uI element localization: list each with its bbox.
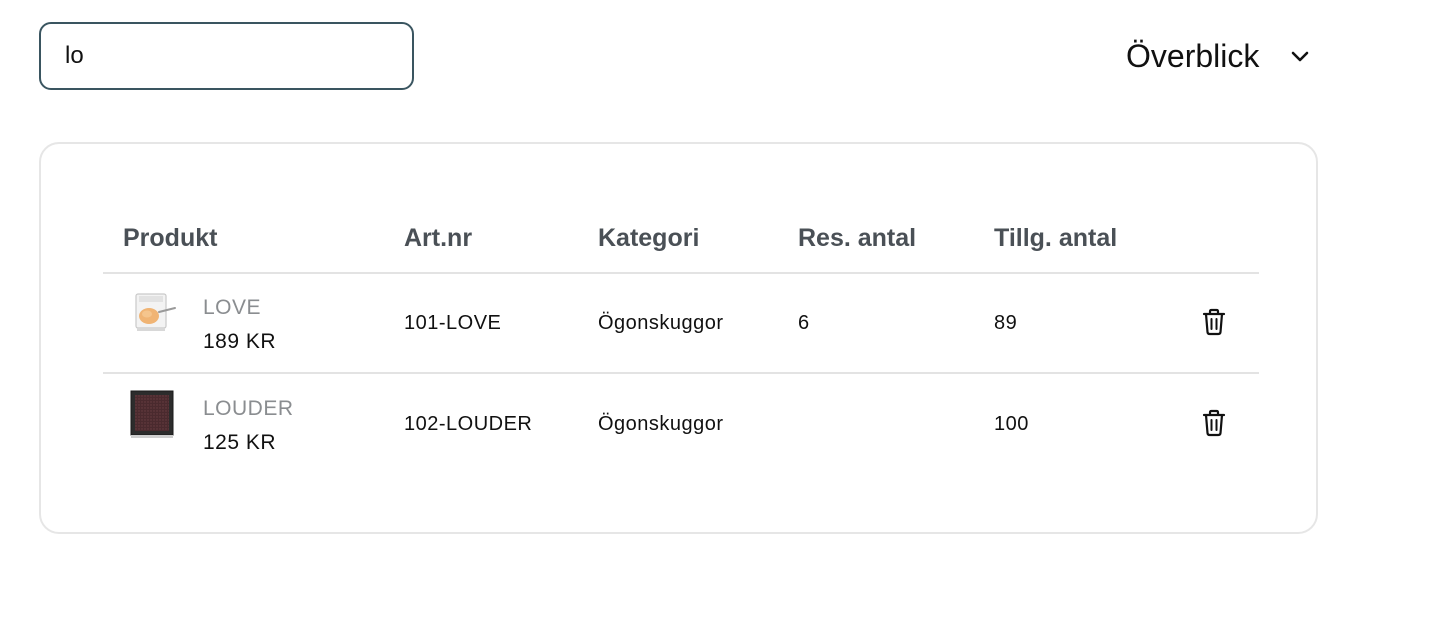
header-kategori: Kategori — [598, 224, 700, 252]
header-art-nr: Art.nr — [404, 224, 473, 252]
table-row: LOUDER 125 KR 102-LOUDER Ögonskuggor 100 — [103, 375, 1259, 475]
product-price: 125 KR — [203, 431, 277, 454]
table-row: LOVE 189 KR 101-LOVE Ögonskuggor 6 89 — [103, 274, 1259, 374]
header-produkt: Produkt — [123, 224, 218, 252]
category: Ögonskuggor — [598, 312, 724, 334]
category: Ögonskuggor — [598, 413, 724, 435]
search-field[interactable] — [39, 22, 414, 90]
product-thumbnail — [129, 389, 175, 438]
chevron-down-icon — [1291, 51, 1309, 63]
available-quantity: 100 — [994, 413, 1029, 435]
article-number: 102-LOUDER — [404, 413, 533, 435]
product-name: LOUDER — [203, 397, 294, 420]
article-number: 101-LOVE — [404, 312, 502, 334]
product-name: LOVE — [203, 296, 262, 319]
reserved-quantity: 6 — [798, 312, 810, 334]
available-quantity: 89 — [994, 312, 1018, 334]
search-input[interactable] — [65, 42, 385, 70]
header-res-antal: Res. antal — [798, 224, 917, 252]
product-thumbnail — [131, 290, 177, 336]
trash-icon[interactable] — [1201, 409, 1227, 437]
table-header: Produkt Art.nr Kategori Res. antal Tillg… — [103, 222, 1259, 274]
header-tillg-antal: Tillg. antal — [994, 224, 1118, 252]
product-table-card: Produkt Art.nr Kategori Res. antal Tillg… — [39, 142, 1318, 534]
view-selector-dropdown[interactable]: Överblick — [1126, 38, 1309, 75]
view-selector-label: Överblick — [1126, 38, 1260, 74]
product-price: 189 KR — [203, 330, 277, 353]
trash-icon[interactable] — [1201, 308, 1227, 336]
